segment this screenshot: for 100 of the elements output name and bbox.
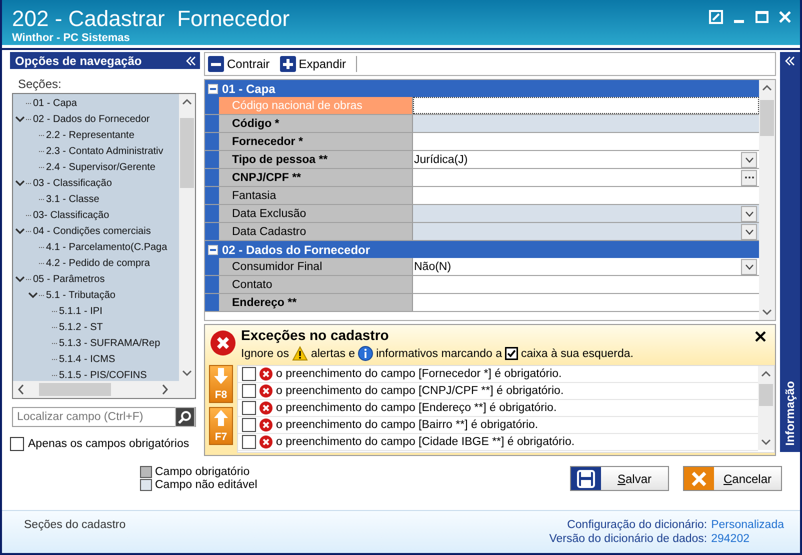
status-label: Versão do dicionário de dados: — [549, 533, 708, 545]
vertical-scrollbar[interactable] — [758, 366, 774, 450]
legend-label: Campo não editável — [155, 479, 258, 491]
error-icon — [259, 435, 273, 449]
search-icon[interactable] — [178, 410, 192, 424]
collapse-box-icon[interactable] — [208, 84, 218, 94]
error-icon — [259, 418, 273, 432]
error-icon — [210, 330, 236, 356]
chevron-down-icon[interactable] — [28, 290, 38, 300]
tree-item[interactable]: 3.1 - Classe — [13, 191, 179, 207]
field-label[interactable]: Data Exclusão — [219, 205, 413, 222]
field-label[interactable]: Contato — [219, 276, 413, 293]
tree-view[interactable] — [13, 94, 179, 381]
legend-swatch — [140, 479, 152, 491]
tree-item[interactable]: 02 - Dados do Fornecedor — [13, 111, 179, 127]
field-input[interactable] — [413, 133, 759, 150]
field-input[interactable] — [413, 169, 759, 186]
minus-icon — [208, 56, 224, 72]
expand-chevrons-icon[interactable] — [785, 56, 795, 66]
message-text: o preenchimento do campo [Cidade IBGE **] é obrigatório. — [276, 436, 575, 448]
checkbox[interactable] — [242, 384, 256, 398]
tree-item[interactable]: 05 - Parâmetros — [13, 271, 179, 287]
tree-item[interactable]: 5.1.1 - IPI — [13, 303, 179, 319]
collapse-button[interactable]: Contrair — [208, 54, 274, 74]
status-value: 294202 — [711, 533, 750, 545]
message-text: o preenchimento do campo [CNPJ/CPF **] é obrigatório. — [276, 385, 564, 397]
arrow-up-icon — [214, 410, 228, 426]
hint-text: alertas e — [310, 348, 356, 360]
ellipsis-icon[interactable] — [744, 176, 754, 179]
checkbox[interactable] — [242, 435, 256, 449]
field-label[interactable]: Data Cadastro — [219, 223, 413, 240]
status-value: Personalizada — [711, 519, 784, 531]
window-title: 202 - Cadastrar Fornecedor — [12, 6, 290, 32]
status-label: Configuração do dicionário: — [566, 519, 708, 531]
tree-item[interactable]: 2.3 - Contato Administrativ — [13, 143, 179, 159]
legend-swatch — [140, 466, 152, 478]
field-label[interactable]: Endereço ** — [219, 294, 413, 311]
horizontal-scrollbar[interactable] — [13, 381, 195, 398]
chevron-down-icon[interactable] — [14, 226, 24, 236]
field-input[interactable] — [413, 294, 759, 311]
tree-item[interactable]: 03 - Classificação — [13, 175, 179, 191]
maximize-icon[interactable] — [755, 10, 769, 24]
search-field[interactable]: Localizar campo (Ctrl+F) — [12, 407, 196, 427]
checkbox[interactable] — [242, 367, 256, 381]
field-label[interactable]: Consumidor Final — [219, 258, 413, 275]
message-text: o preenchimento do campo [Endereço **] é obrigatório. — [276, 402, 557, 414]
collapse-chevrons-icon[interactable] — [186, 56, 196, 66]
checkbox-checked-icon — [504, 347, 518, 360]
legend-label: Campo obrigatório — [155, 466, 250, 478]
checkbox-label: Apenas os campos obrigatórios — [28, 438, 190, 450]
vertical-scrollbar[interactable] — [759, 80, 775, 320]
checkbox[interactable] — [242, 418, 256, 432]
checkbox[interactable] — [10, 437, 24, 451]
restore-icon[interactable] — [709, 10, 723, 24]
tree-item[interactable]: 2.2 - Representante — [13, 127, 179, 143]
tree-item[interactable]: 5.1.5 - PIS/COFINS — [13, 367, 179, 381]
field-label[interactable]: Fantasia — [219, 187, 413, 204]
panel-title: Exceções no cadastro — [241, 327, 390, 344]
field-input[interactable]: Não(N) — [413, 258, 759, 275]
chevron-down-icon[interactable] — [14, 178, 24, 188]
message-text: o preenchimento do campo [Bairro **] é obrigatório. — [276, 419, 538, 431]
field-label[interactable]: Tipo de pessoa ** — [219, 151, 413, 168]
warning-icon — [292, 346, 308, 361]
chevron-down-icon[interactable] — [14, 114, 24, 124]
group-label: Seções: — [17, 77, 62, 91]
tree-item[interactable]: 01 - Capa — [13, 95, 179, 111]
panel-title: Informação — [783, 381, 797, 446]
cancel-button[interactable]: Cancelar — [683, 466, 782, 491]
tree-item[interactable]: 5.1 - Tributação — [13, 287, 179, 303]
checkbox[interactable] — [242, 401, 256, 415]
hint-text: caixa à sua esquerda. — [520, 348, 634, 360]
error-icon — [259, 401, 273, 415]
field-input[interactable] — [413, 276, 759, 293]
collapse-box-icon[interactable] — [208, 244, 218, 254]
field-label[interactable]: Fornecedor * — [219, 133, 413, 150]
tree-item[interactable]: 5.1.2 - ST — [13, 319, 179, 335]
vertical-scrollbar[interactable] — [179, 94, 195, 381]
save-button[interactable]: Salvar — [570, 466, 669, 491]
hint-text: informativos marcando a — [376, 348, 502, 360]
tree-item[interactable]: 4.1 - Parcelamento(C.Paga — [13, 239, 179, 255]
tree-item[interactable]: 04 - Condições comerciais — [13, 223, 179, 239]
panel-title: Opções de navegação — [15, 54, 142, 68]
plus-icon — [280, 56, 296, 72]
cross-icon — [691, 470, 707, 486]
field-label[interactable]: CNPJ/CPF ** — [219, 169, 413, 186]
chevron-down-icon[interactable] — [14, 274, 24, 284]
field-input[interactable]: Jurídica(J) — [413, 151, 759, 168]
tree-item[interactable]: 03- Classificação — [13, 207, 179, 223]
tree-item[interactable]: 5.1.4 - ICMS — [13, 351, 179, 367]
tree-item[interactable]: 5.1.3 - SUFRAMA/Rep — [13, 335, 179, 351]
close-icon[interactable] — [755, 331, 766, 342]
tree-item[interactable]: 2.4 - Supervisor/Gerente — [13, 159, 179, 175]
field-input[interactable] — [413, 187, 759, 204]
field-input[interactable] — [413, 97, 759, 114]
arrow-down-icon — [214, 368, 228, 384]
field-label[interactable]: Código * — [219, 115, 413, 132]
info-icon — [358, 346, 374, 361]
expand-button[interactable]: Expandir — [280, 54, 350, 74]
tree-item[interactable]: 4.2 - Pedido de compra — [13, 255, 179, 271]
section-title: 01 - Capa — [222, 82, 276, 96]
